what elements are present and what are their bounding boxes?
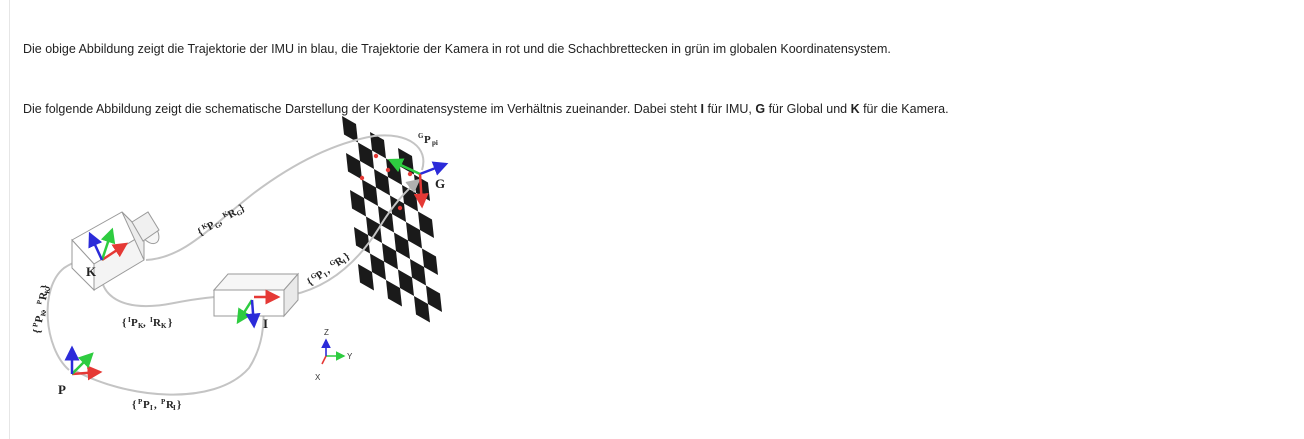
checkerboard-square <box>342 116 358 143</box>
coordinate-systems-diagram: Z Y X K I G P G P pi { K P G , K R G } {… <box>31 116 449 412</box>
sub: pi <box>432 139 438 147</box>
symbol: P <box>143 399 150 411</box>
sub: I <box>150 404 153 412</box>
checkerboard <box>342 116 442 323</box>
ref-y-label: Y <box>347 352 353 361</box>
brace-open: { <box>31 328 44 334</box>
frame-p-axes <box>64 345 103 381</box>
g-x-axis <box>413 173 429 209</box>
label-gpi-gri: { G P I , G R I } <box>305 250 352 288</box>
checkerboard-corner-dot <box>359 175 365 181</box>
brace-close: } <box>177 399 181 411</box>
ref-x-axis <box>321 355 327 365</box>
symbol: P <box>424 134 431 146</box>
label-ipk-irk: { I P K , I R K } <box>122 316 172 330</box>
paragraph-text-part: für die Kamera. <box>859 101 949 116</box>
comma: , <box>154 399 157 411</box>
checkerboard-corner-dot <box>385 167 391 173</box>
bold-letter-g: G <box>755 101 766 116</box>
frame-label-g: G <box>435 176 445 191</box>
content-left-border <box>9 0 10 439</box>
ref-z-label: Z <box>324 328 329 337</box>
bold-letter-k: K <box>850 101 860 116</box>
frame-label-k: K <box>86 264 97 279</box>
paragraph-text-part: für Global und <box>765 101 851 116</box>
coordinate-systems-figure: Z Y X K I G P G P pi { K P G , K R G } {… <box>14 108 474 434</box>
label-g-p-pi: G P pi <box>418 132 438 147</box>
reference-axes <box>321 338 346 365</box>
comma: , <box>35 308 47 313</box>
brace-open: { <box>122 317 126 329</box>
p-y-axis <box>71 352 94 375</box>
comma: , <box>143 317 146 329</box>
sub: K <box>161 322 167 330</box>
checkerboard-corner-dot <box>407 171 413 177</box>
brace-open: { <box>132 399 136 411</box>
label-ppi-pri: { P P I , P R I } <box>132 398 181 412</box>
paragraph-text-part: für IMU, <box>703 101 756 116</box>
checkerboard-corner-dot <box>373 153 379 159</box>
paragraph-trajectory-description: Die obige Abbildung zeigt die Trajektori… <box>23 41 891 56</box>
sub: I <box>173 404 176 412</box>
brace-close: } <box>168 317 172 329</box>
checkerboard-corner-dot <box>397 205 403 211</box>
brace-close: } <box>39 284 52 290</box>
frame-label-i: I <box>263 316 268 331</box>
imu-box <box>212 272 300 318</box>
frame-label-p: P <box>58 382 66 397</box>
ref-x-label: X <box>315 373 321 382</box>
symbol: P <box>131 317 138 329</box>
